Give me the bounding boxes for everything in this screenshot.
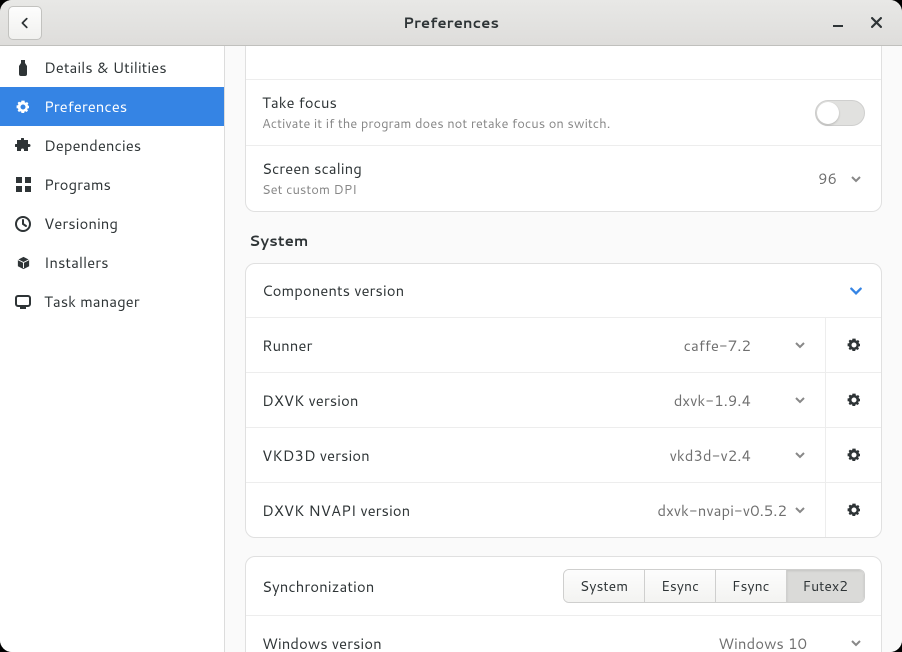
grid-icon <box>14 176 32 194</box>
sidebar: Details & Utilities Preferences Dependen… <box>0 46 225 652</box>
bottle-icon <box>14 59 32 77</box>
row-subtitle: Activate it if the program does not reta… <box>262 115 815 133</box>
sync-option-fsync[interactable]: Fsync <box>715 570 786 602</box>
sync-option-futex2[interactable]: Futex2 <box>786 570 864 602</box>
chevron-down-icon <box>791 501 809 519</box>
dxvk-nvapi-value: dxvk-nvapi-v0.5.2 <box>657 500 787 521</box>
sidebar-item-task-manager[interactable]: Task manager <box>0 282 224 321</box>
minimize-icon <box>833 18 843 28</box>
chevron-down-icon <box>847 634 865 652</box>
window-title: Preferences <box>0 12 902 33</box>
monitor-icon <box>14 293 32 311</box>
sidebar-item-installers[interactable]: Installers <box>0 243 224 282</box>
back-button[interactable] <box>8 6 42 40</box>
dxvk-value: dxvk-1.9.4 <box>674 390 751 411</box>
gear-icon <box>846 337 862 353</box>
sidebar-item-label: Preferences <box>44 96 127 117</box>
sidebar-item-details[interactable]: Details & Utilities <box>0 48 224 87</box>
sync-option-esync[interactable]: Esync <box>644 570 715 602</box>
row-title: DXVK version <box>262 390 674 411</box>
section-heading-system: System <box>249 230 878 251</box>
expander-title: Components version <box>262 280 847 301</box>
sidebar-item-label: Task manager <box>44 291 140 312</box>
sidebar-item-programs[interactable]: Programs <box>0 165 224 204</box>
row-title: Synchronization <box>262 576 563 597</box>
box-icon <box>14 254 32 272</box>
dxvk-settings-button[interactable] <box>825 373 881 427</box>
close-icon <box>871 17 882 28</box>
chevron-left-icon <box>18 16 32 30</box>
row-runner: Runner caffe-7.2 <box>246 317 881 372</box>
minimize-button[interactable] <box>828 13 848 33</box>
row-title: Runner <box>262 335 684 356</box>
row-screen-scaling[interactable]: Screen scaling Set custom DPI 96 <box>246 145 881 211</box>
gear-icon <box>846 447 862 463</box>
row-subtitle: Set custom DPI <box>262 181 818 199</box>
chevron-down-icon <box>847 282 865 300</box>
sidebar-item-label: Dependencies <box>44 135 141 156</box>
app-window: Preferences Details & Utilities Preferen… <box>0 0 902 652</box>
row-title: Screen scaling <box>262 158 818 179</box>
row-title: VKD3D version <box>262 445 670 466</box>
vkd3d-value: vkd3d-v2.4 <box>670 445 751 466</box>
sync-segmented-control: System Esync Fsync Futex2 <box>563 569 865 603</box>
components-card: Components version Runner caffe-7.2 <box>245 263 882 538</box>
gear-icon <box>846 392 862 408</box>
row-title: Windows version <box>262 633 718 652</box>
dxvk-select[interactable]: DXVK version dxvk-1.9.4 <box>246 373 825 427</box>
chevron-down-icon <box>791 446 809 464</box>
row-dxvk-nvapi: DXVK NVAPI version dxvk-nvapi-v0.5.2 <box>246 482 881 537</box>
screen-scaling-value: 96 <box>818 168 837 189</box>
runner-select[interactable]: Runner caffe-7.2 <box>246 318 825 372</box>
sidebar-item-preferences[interactable]: Preferences <box>0 87 224 126</box>
chevron-down-icon <box>791 336 809 354</box>
close-button[interactable] <box>866 13 886 33</box>
dxvk-nvapi-select[interactable]: DXVK NVAPI version dxvk-nvapi-v0.5.2 <box>246 483 825 537</box>
windows-version-value: Windows 10 <box>718 633 807 652</box>
chevron-down-icon <box>791 391 809 409</box>
main-content[interactable]: . Take focus Activate it if the program … <box>225 46 902 652</box>
row-windows-version[interactable]: Windows version Windows 10 <box>246 615 881 652</box>
dxvk-nvapi-settings-button[interactable] <box>825 483 881 537</box>
sync-option-system[interactable]: System <box>564 570 644 602</box>
gear-icon <box>14 98 32 116</box>
row-vkd3d: VKD3D version vkd3d-v2.4 <box>246 427 881 482</box>
row-synchronization: Synchronization System Esync Fsync Futex… <box>246 557 881 615</box>
titlebar: Preferences <box>0 0 902 46</box>
runner-settings-button[interactable] <box>825 318 881 372</box>
system-card-2: Synchronization System Esync Fsync Futex… <box>245 556 882 652</box>
row-title: DXVK NVAPI version <box>262 500 657 521</box>
gear-icon <box>846 502 862 518</box>
sidebar-item-label: Installers <box>44 252 109 273</box>
sidebar-item-label: Versioning <box>44 213 118 234</box>
sidebar-item-versioning[interactable]: Versioning <box>0 204 224 243</box>
runner-value: caffe-7.2 <box>684 335 751 356</box>
sidebar-item-label: Programs <box>44 174 111 195</box>
components-expander[interactable]: Components version <box>246 264 881 317</box>
clock-icon <box>14 215 32 233</box>
chevron-down-icon <box>847 170 865 188</box>
vkd3d-settings-button[interactable] <box>825 428 881 482</box>
vkd3d-select[interactable]: VKD3D version vkd3d-v2.4 <box>246 428 825 482</box>
row-dxvk: DXVK version dxvk-1.9.4 <box>246 372 881 427</box>
row-title: Take focus <box>262 92 815 113</box>
sidebar-item-label: Details & Utilities <box>44 57 167 78</box>
take-focus-switch[interactable] <box>815 100 865 126</box>
window-controls <box>812 0 902 45</box>
puzzle-icon <box>14 137 32 155</box>
row-take-focus: Take focus Activate it if the program do… <box>246 79 881 145</box>
display-settings-card: . Take focus Activate it if the program … <box>245 46 882 212</box>
row-truncated-top: . <box>246 46 881 79</box>
sidebar-item-dependencies[interactable]: Dependencies <box>0 126 224 165</box>
